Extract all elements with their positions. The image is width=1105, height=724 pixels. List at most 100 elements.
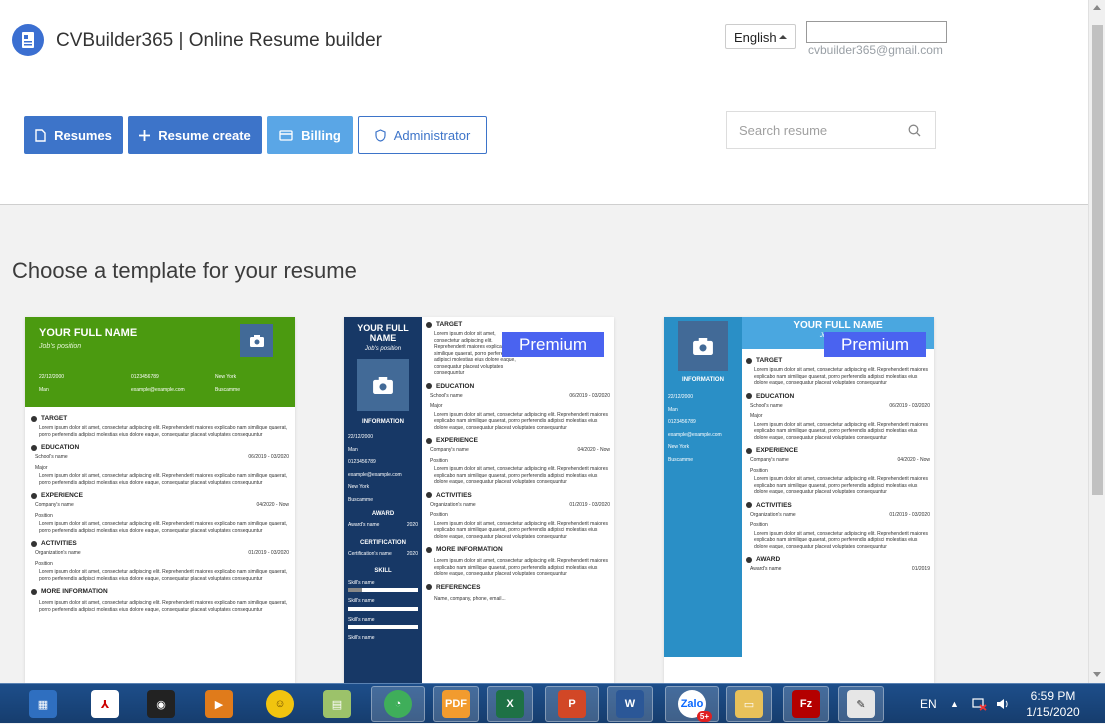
template-body: TARGET Lorem ipsum dolor sit amet, conse… — [31, 409, 289, 613]
template-name: YOUR FULL NAME — [793, 320, 883, 331]
entry-title: Company's name — [430, 447, 469, 453]
section-heading-text: ACTIVITIES — [436, 491, 472, 499]
entry-dates: 04/2020 - Now — [577, 447, 610, 453]
scrollbar-thumb[interactable] — [1092, 25, 1103, 495]
section-heading-text: EDUCATION — [436, 382, 475, 390]
account-email: cvbuilder365@gmail.com — [808, 43, 943, 57]
camera-icon — [373, 376, 393, 394]
section-heading: ACTIVITIES — [426, 492, 610, 499]
entry-dates: 04/2020 - Now — [256, 502, 289, 508]
browser-viewport: CVBuilder365 | Online Resume builder Eng… — [0, 0, 1088, 683]
speaker-icon — [997, 699, 1008, 709]
zalo-notification-badge: 5+ — [696, 711, 712, 722]
graduation-cap-icon — [426, 383, 432, 389]
filezilla-icon: Fz — [792, 690, 820, 718]
section-heading: TARGET — [746, 357, 930, 364]
scroll-down-arrow-icon[interactable] — [1093, 672, 1101, 677]
entry-subtitle: Major — [750, 413, 763, 419]
template-position: Job's position — [39, 343, 82, 350]
skill-bar — [348, 606, 418, 611]
volume-icon[interactable] — [996, 684, 1010, 724]
template-body: TARGET Lorem ipsum dolor sit amet, conse… — [426, 319, 610, 602]
taskbar-app-file-explorer[interactable]: ▭ — [726, 686, 772, 722]
premium-badge: Premium — [824, 332, 926, 357]
section-text: Lorem ipsum dolor sit amet, consectetur … — [754, 367, 928, 386]
taskbar-app-excel[interactable]: X — [487, 686, 533, 722]
app-logo[interactable] — [12, 24, 44, 56]
taskbar-app-filezilla[interactable]: Fz — [783, 686, 829, 722]
taskbar-app-zalo[interactable]: Zalo 5+ — [665, 686, 719, 722]
taskbar-app-windows-explorer[interactable]: ▦ — [22, 686, 64, 722]
billing-button-label: Billing — [301, 127, 341, 143]
section-heading: EDUCATION — [31, 444, 289, 451]
show-hidden-icons-icon[interactable]: ▲ — [950, 684, 959, 724]
shield-icon — [375, 128, 386, 142]
section-text: Lorem ipsum dolor sit amet, consectetur … — [754, 476, 928, 495]
resumes-button[interactable]: Resumes — [24, 116, 123, 154]
contact-item: 0123456789 — [348, 459, 376, 466]
skill-name: Skill's name — [348, 635, 375, 642]
taskbar-app-coccoc-browser[interactable]: ◔ — [371, 686, 425, 722]
administrator-button[interactable]: Administrator — [358, 116, 487, 154]
language-select[interactable]: English — [725, 24, 796, 49]
template-card-navy[interactable]: YOUR FULL NAME Job's position INFORMATIO… — [344, 317, 614, 683]
entry-subtitle: Position — [750, 467, 768, 474]
input-language-indicator[interactable]: EN — [920, 684, 937, 724]
zalo-icon: Zalo 5+ — [678, 690, 712, 722]
network-disconnected-icon[interactable] — [972, 684, 988, 724]
section-heading: MORE INFORMATION — [31, 588, 289, 595]
contact-item: Man — [348, 446, 358, 453]
contact-item: example@example.com — [668, 431, 722, 438]
contact-list: 22/12/2000 Man 0123456789 example@exampl… — [344, 425, 422, 507]
taskbar-app-notepad[interactable]: ✎ — [838, 686, 884, 722]
photo-placeholder — [240, 324, 273, 357]
contact-item: example@example.com — [348, 471, 402, 478]
scroll-up-arrow-icon[interactable] — [1093, 5, 1101, 10]
vertical-scrollbar[interactable] — [1088, 0, 1105, 683]
billing-button[interactable]: Billing — [267, 116, 353, 154]
section-text: Lorem ipsum dolor sit amet, consectetur … — [39, 521, 288, 534]
entry-row: Award's name 01/2019 — [746, 566, 930, 573]
entry-row: Award's name 2020 — [344, 517, 422, 529]
camera-icon — [249, 334, 264, 347]
account-input[interactable] — [806, 21, 947, 43]
resume-create-button[interactable]: Resume create — [128, 116, 262, 154]
contact-item: 22/12/2000 — [668, 394, 694, 400]
taskbar-app-notes-app[interactable]: ▤ — [316, 686, 358, 722]
entry-subtitle: Position — [750, 522, 768, 528]
entry-title: Company's name — [35, 502, 74, 508]
section-heading: ACTIVITIES — [746, 502, 930, 509]
pdf-reader-icon: ⅄ — [91, 690, 119, 718]
template-card-green[interactable]: YOUR FULL NAME Job's position 22/12/2000… — [25, 317, 295, 683]
system-clock[interactable]: 6:59 PM 1/15/2020 — [1018, 688, 1088, 720]
section-heading: EDUCATION — [426, 383, 610, 390]
entry-title: School's name — [750, 402, 783, 409]
taskbar-app-media-player[interactable]: ▶ — [198, 686, 240, 722]
search-icon[interactable] — [908, 124, 921, 137]
entry-subtitle: Position — [430, 457, 448, 464]
briefcase-icon — [426, 437, 432, 444]
media-player-icon: ▶ — [205, 690, 233, 718]
target-icon — [746, 357, 752, 364]
section-text: Lorem ipsum dolor sit amet, consectetur … — [754, 421, 928, 441]
link-icon — [426, 584, 432, 590]
taskbar-app-pdf-tool[interactable]: PDF — [433, 686, 479, 722]
template-card-blue[interactable]: INFORMATION 22/12/2000 Man 0123456789 ex… — [664, 317, 934, 683]
smiley-icon: ☺ — [266, 690, 294, 718]
entry-title: School's name — [430, 392, 463, 399]
section-text: Name, company, phone, email... — [434, 595, 506, 602]
resume-create-button-label: Resume create — [158, 127, 251, 143]
section-heading-text: EXPERIENCE — [41, 492, 83, 499]
network-icon — [972, 698, 987, 711]
taskbar-app-word[interactable]: W — [607, 686, 653, 722]
entry-dates: 2020 — [406, 551, 418, 558]
taskbar-app-smiley-app[interactable]: ☺ — [259, 686, 301, 722]
search-input[interactable] — [727, 112, 897, 148]
skill-name: Skill's name — [348, 598, 375, 605]
contact-item: Man — [39, 386, 49, 393]
taskbar-app-eye-app[interactable]: ◉ — [140, 686, 182, 722]
clock-date: 1/15/2020 — [1026, 705, 1080, 719]
taskbar-app-pdf-reader[interactable]: ⅄ — [84, 686, 126, 722]
taskbar-app-powerpoint[interactable]: P — [545, 686, 599, 722]
section-heading-text: TARGET — [436, 321, 463, 328]
